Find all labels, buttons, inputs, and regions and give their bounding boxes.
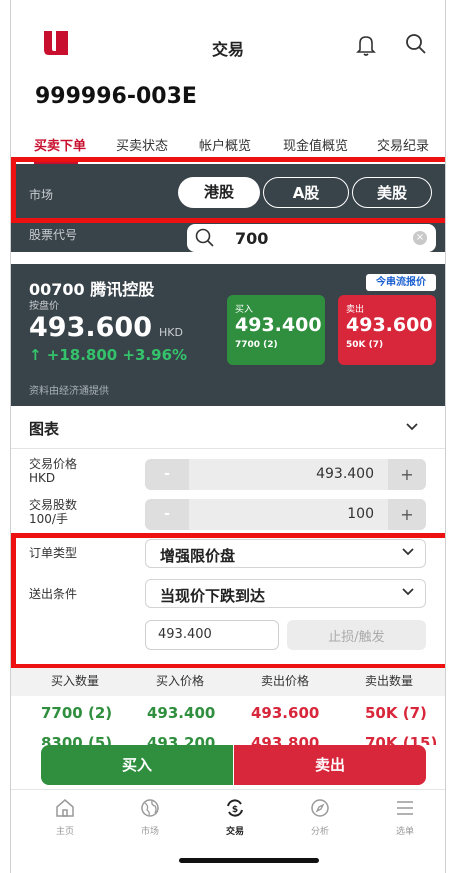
ask-price: 493.600 — [251, 704, 320, 722]
bid-price: 493.200 — [147, 734, 216, 745]
chart-section-label: 图表 — [29, 420, 60, 438]
page-title: 交易 — [211, 40, 244, 59]
tab-order-status[interactable]: 买卖状态 — [116, 135, 168, 154]
header-ask-qty: 卖出数量 — [365, 674, 414, 688]
nav-menu[interactable]: 选单 — [370, 798, 440, 837]
trade-qty-label: 交易股数 100/手 — [29, 498, 77, 526]
stock-code-value: 700 — [235, 229, 269, 248]
qty-increment-button[interactable]: + — [388, 499, 426, 530]
qty-decrement-button[interactable]: - — [145, 499, 189, 530]
menu-icon — [397, 801, 413, 815]
price-decrement-button[interactable]: - — [145, 459, 189, 490]
bid-price: 493.400 — [147, 704, 216, 722]
tab-trade-history[interactable]: 交易纪录 — [377, 135, 429, 154]
home-indicator — [179, 858, 319, 863]
tab-account-overview[interactable]: 帐户概览 — [199, 135, 251, 154]
orderbook-row[interactable]: 8300 (5) 493.200 493.800 70K (15) — [11, 734, 445, 745]
nav-home-label: 主页 — [55, 827, 74, 837]
ask-size: 50K (7) — [346, 340, 384, 350]
trade-icon: $ — [227, 799, 243, 817]
bid-price: 493.400 — [235, 314, 322, 336]
bid-size: 7700 (2) — [235, 340, 278, 350]
nav-trade-label: 交易 — [225, 827, 244, 837]
buy-button[interactable]: 买入 — [41, 745, 233, 785]
price-increment-button[interactable]: + — [388, 459, 426, 490]
tab-cash-overview[interactable]: 现金值概览 — [283, 135, 348, 154]
nav-trade[interactable]: $ 交易 — [200, 798, 270, 837]
nav-market-label: 市场 — [140, 827, 159, 837]
nav-menu-label: 选单 — [395, 827, 414, 837]
trade-price-unit: HKD — [29, 471, 56, 485]
nav-analysis-label: 分析 — [310, 827, 329, 837]
home-icon — [56, 799, 74, 817]
compass-icon — [311, 799, 329, 817]
stock-code-label: 股票代号 — [29, 228, 78, 242]
highlight-box-market — [11, 157, 445, 223]
header-bid-qty: 买入数量 — [51, 674, 100, 688]
chart-section-toggle[interactable]: 图表 — [11, 406, 445, 449]
chevron-down-icon — [406, 423, 418, 431]
ask-qty: 70K (15) — [365, 734, 438, 745]
stock-code-input[interactable]: 700 × — [187, 224, 436, 252]
app-screen: 交易 999996-003E 买卖下单 买卖状态 帐户概览 现金值概览 交易纪录… — [10, 0, 446, 873]
ask-price: 493.600 — [346, 314, 433, 336]
trade-qty-value[interactable]: 100 — [347, 506, 374, 522]
nav-home[interactable]: 主页 — [30, 798, 100, 837]
bid-qty: 8300 (5) — [41, 734, 113, 745]
search-icon — [195, 228, 214, 247]
currency-label: HKD — [159, 326, 183, 339]
nav-analysis[interactable]: 分析 — [285, 798, 355, 837]
header-bid-price: 买入价格 — [156, 674, 205, 688]
trade-price-stepper: - 493.400 + — [145, 459, 426, 490]
streaming-quote-badge[interactable]: 今串流报价 — [366, 274, 436, 291]
best-ask-box[interactable]: 卖出 493.600 50K (7) — [338, 295, 436, 365]
price-change: ↑ +18.800 +3.96% — [29, 346, 188, 364]
bell-icon[interactable] — [355, 33, 377, 57]
search-icon[interactable] — [405, 33, 427, 55]
bottom-nav: 主页 市场 $ 交易 分析 选单 — [11, 789, 445, 850]
data-source-note: 资料由经济通提供 — [29, 386, 109, 397]
header-ask-price: 卖出价格 — [261, 674, 310, 688]
trade-qty-label-text: 交易股数 — [29, 498, 78, 512]
quote-panel: 00700 腾讯控股 今串流报价 按盘价 493.600 HKD ↑ +18.8… — [11, 264, 445, 406]
current-price: 493.600 — [29, 312, 152, 343]
account-number: 999996-003E — [35, 84, 197, 109]
globe-icon — [141, 799, 159, 817]
top-bar: 交易 — [11, 0, 445, 75]
bid-qty: 7700 (2) — [41, 704, 113, 722]
orderbook-row[interactable]: 7700 (2) 493.400 493.600 50K (7) — [11, 704, 445, 730]
ask-price: 493.800 — [251, 734, 320, 745]
best-bid-box[interactable]: 买入 493.400 7700 (2) — [227, 295, 325, 365]
sell-button[interactable]: 卖出 — [234, 745, 426, 785]
trade-qty-stepper: - 100 + — [145, 499, 426, 530]
tab-place-order[interactable]: 买卖下单 — [34, 135, 86, 154]
ask-qty: 50K (7) — [365, 704, 427, 722]
price-type-label: 按盘价 — [29, 301, 59, 312]
trade-price-label: 交易价格 HKD — [29, 457, 77, 485]
highlight-box-order-conditions — [11, 533, 445, 669]
trade-qty-unit: 100/手 — [29, 512, 68, 526]
svg-text:$: $ — [232, 805, 238, 815]
nav-market[interactable]: 市场 — [115, 798, 185, 837]
orderbook-header: 买入数量 买入价格 卖出价格 卖出数量 — [11, 668, 445, 696]
trade-action-bar: 买入 卖出 — [41, 745, 426, 785]
trade-price-label-text: 交易价格 — [29, 457, 78, 471]
trade-price-value[interactable]: 493.400 — [316, 466, 374, 482]
clear-icon[interactable]: × — [413, 231, 427, 245]
